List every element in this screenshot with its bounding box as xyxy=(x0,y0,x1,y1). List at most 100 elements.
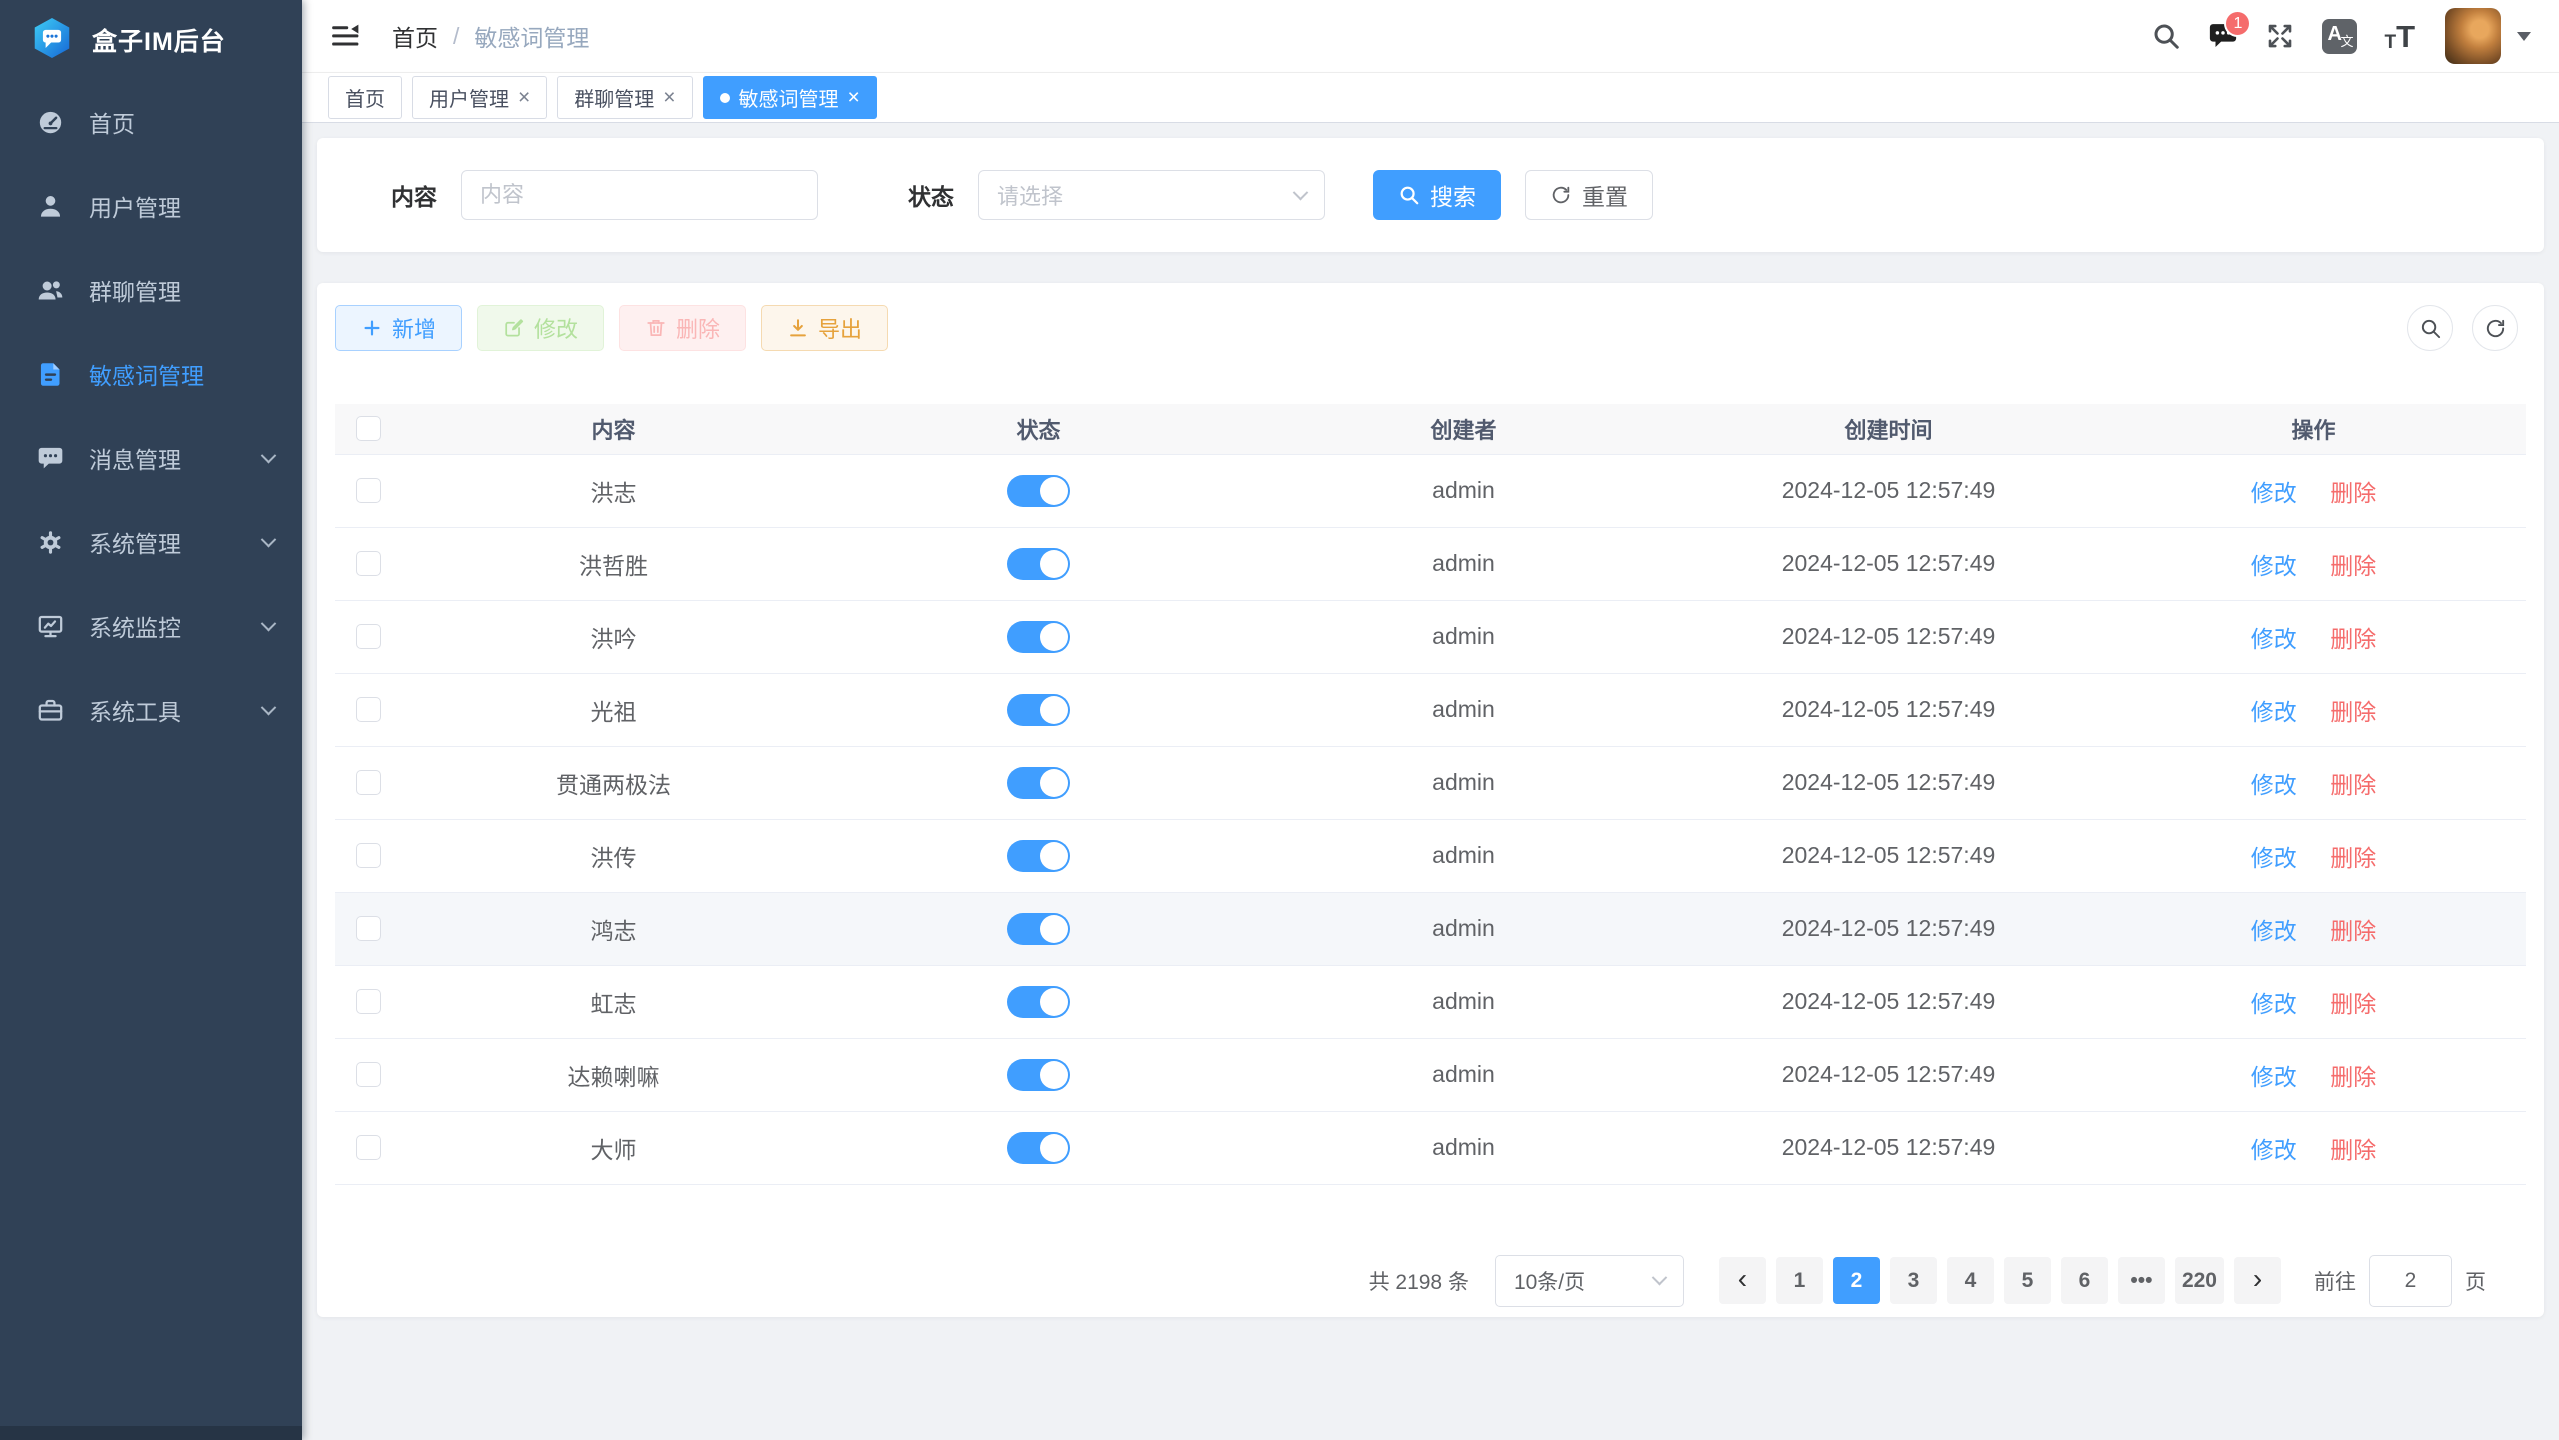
status-toggle[interactable] xyxy=(1007,767,1070,799)
sidebar-item-toolbox[interactable]: 系统工具 xyxy=(0,668,302,752)
status-toggle[interactable] xyxy=(1007,694,1070,726)
status-filter-select[interactable]: 请选择 xyxy=(978,170,1325,220)
row-delete-link[interactable]: 删除 xyxy=(2330,991,2376,1017)
pagination: 共 2198 条 10条/页 ‹ 123456•••220 › 前往 页 xyxy=(335,1255,2526,1307)
row-delete-link[interactable]: 删除 xyxy=(2330,845,2376,871)
row-delete-link[interactable]: 删除 xyxy=(2330,553,2376,579)
tab-close-icon[interactable]: × xyxy=(518,87,530,108)
page-size-select[interactable]: 10条/页 xyxy=(1495,1255,1684,1307)
page-ellipsis[interactable]: ••• xyxy=(2118,1257,2165,1304)
fullscreen-icon[interactable] xyxy=(2265,21,2295,51)
delete-button[interactable]: 删除 xyxy=(619,305,746,351)
caret-down-icon[interactable] xyxy=(2517,32,2531,41)
tab-close-icon[interactable]: × xyxy=(663,87,675,108)
cell-content: 光祖 xyxy=(401,673,826,746)
status-toggle[interactable] xyxy=(1007,913,1070,945)
row-checkbox[interactable] xyxy=(356,1062,381,1087)
table-search-toggle-button[interactable] xyxy=(2407,305,2453,351)
reset-button[interactable]: 重置 xyxy=(1525,170,1653,220)
tab[interactable]: 用户管理 × xyxy=(412,76,547,119)
page-button-1[interactable]: 1 xyxy=(1776,1257,1823,1304)
export-button[interactable]: 导出 xyxy=(761,305,888,351)
row-checkbox[interactable] xyxy=(356,478,381,503)
cell-actions: 修改 删除 xyxy=(2101,600,2526,673)
row-delete-link[interactable]: 删除 xyxy=(2330,918,2376,944)
row-edit-link[interactable]: 修改 xyxy=(2251,699,2297,725)
status-toggle[interactable] xyxy=(1007,621,1070,653)
page-button-220[interactable]: 220 xyxy=(2175,1257,2224,1304)
page-button-5[interactable]: 5 xyxy=(2004,1257,2051,1304)
edit-icon xyxy=(503,317,525,339)
tab-close-icon[interactable]: × xyxy=(848,87,860,108)
message-icon[interactable]: 1 xyxy=(2208,21,2238,51)
page-button-2[interactable]: 2 xyxy=(1833,1257,1880,1304)
table-refresh-button[interactable] xyxy=(2472,305,2518,351)
sidebar-item-dashboard[interactable]: 首页 xyxy=(0,80,302,164)
cell-created-time: 2024-12-05 12:57:49 xyxy=(1676,527,2101,600)
row-delete-link[interactable]: 删除 xyxy=(2330,1064,2376,1090)
row-delete-link[interactable]: 删除 xyxy=(2330,1137,2376,1163)
sidebar-item-document[interactable]: 敏感词管理 xyxy=(0,332,302,416)
row-edit-link[interactable]: 修改 xyxy=(2251,480,2297,506)
sidebar-item-user[interactable]: 用户管理 xyxy=(0,164,302,248)
row-edit-link[interactable]: 修改 xyxy=(2251,991,2297,1017)
cell-content: 虹志 xyxy=(401,965,826,1038)
sidebar-collapse-icon[interactable] xyxy=(330,23,360,49)
row-checkbox[interactable] xyxy=(356,624,381,649)
row-checkbox[interactable] xyxy=(356,551,381,576)
reset-button-label: 重置 xyxy=(1582,178,1628,212)
row-checkbox[interactable] xyxy=(356,770,381,795)
tab[interactable]: 首页 xyxy=(328,76,402,119)
font-size-icon[interactable]: T T xyxy=(2384,21,2415,52)
row-checkbox[interactable] xyxy=(356,1135,381,1160)
cell-actions: 修改 删除 xyxy=(2101,819,2526,892)
cell-creator: admin xyxy=(1251,1038,1676,1111)
row-edit-link[interactable]: 修改 xyxy=(2251,772,2297,798)
active-tab-dot xyxy=(720,93,730,103)
page-button-6[interactable]: 6 xyxy=(2061,1257,2108,1304)
sidebar-item-monitor[interactable]: 系统监控 xyxy=(0,584,302,668)
tab[interactable]: 敏感词管理 × xyxy=(703,76,877,119)
row-delete-link[interactable]: 删除 xyxy=(2330,480,2376,506)
row-checkbox[interactable] xyxy=(356,916,381,941)
row-edit-link[interactable]: 修改 xyxy=(2251,626,2297,652)
row-checkbox[interactable] xyxy=(356,989,381,1014)
row-checkbox[interactable] xyxy=(356,697,381,722)
row-delete-link[interactable]: 删除 xyxy=(2330,626,2376,652)
select-all-checkbox[interactable] xyxy=(356,416,381,441)
breadcrumb-home[interactable]: 首页 xyxy=(392,19,438,53)
tab[interactable]: 群聊管理 × xyxy=(557,76,692,119)
cell-creator: admin xyxy=(1251,454,1676,527)
status-toggle[interactable] xyxy=(1007,475,1070,507)
avatar[interactable] xyxy=(2445,8,2501,64)
chevron-down-icon xyxy=(261,699,277,715)
row-checkbox[interactable] xyxy=(356,843,381,868)
sidebar-item-message[interactable]: 消息管理 xyxy=(0,416,302,500)
content-filter-input[interactable] xyxy=(461,170,818,220)
row-edit-link[interactable]: 修改 xyxy=(2251,918,2297,944)
row-delete-link[interactable]: 删除 xyxy=(2330,772,2376,798)
edit-button[interactable]: 修改 xyxy=(477,305,604,351)
page-button-3[interactable]: 3 xyxy=(1890,1257,1937,1304)
sidebar-item-group[interactable]: 群聊管理 xyxy=(0,248,302,332)
add-button[interactable]: 新增 xyxy=(335,305,462,351)
sidebar: 盒子IM后台 首页 用户管理 群聊管理 敏感词管理 消息管理 系统管理 系统监控… xyxy=(0,0,302,1440)
status-toggle[interactable] xyxy=(1007,1132,1070,1164)
search-icon[interactable] xyxy=(2151,21,2181,51)
next-page-button[interactable]: › xyxy=(2234,1257,2281,1304)
status-toggle[interactable] xyxy=(1007,1059,1070,1091)
page-button-4[interactable]: 4 xyxy=(1947,1257,1994,1304)
status-toggle[interactable] xyxy=(1007,840,1070,872)
prev-page-button[interactable]: ‹ xyxy=(1719,1257,1766,1304)
status-toggle[interactable] xyxy=(1007,548,1070,580)
sidebar-item-gear[interactable]: 系统管理 xyxy=(0,500,302,584)
translate-icon[interactable]: A 文 xyxy=(2322,19,2357,54)
row-edit-link[interactable]: 修改 xyxy=(2251,553,2297,579)
row-edit-link[interactable]: 修改 xyxy=(2251,1064,2297,1090)
row-edit-link[interactable]: 修改 xyxy=(2251,845,2297,871)
goto-page-input[interactable] xyxy=(2369,1255,2452,1307)
search-button[interactable]: 搜索 xyxy=(1373,170,1501,220)
row-edit-link[interactable]: 修改 xyxy=(2251,1137,2297,1163)
status-toggle[interactable] xyxy=(1007,986,1070,1018)
row-delete-link[interactable]: 删除 xyxy=(2330,699,2376,725)
